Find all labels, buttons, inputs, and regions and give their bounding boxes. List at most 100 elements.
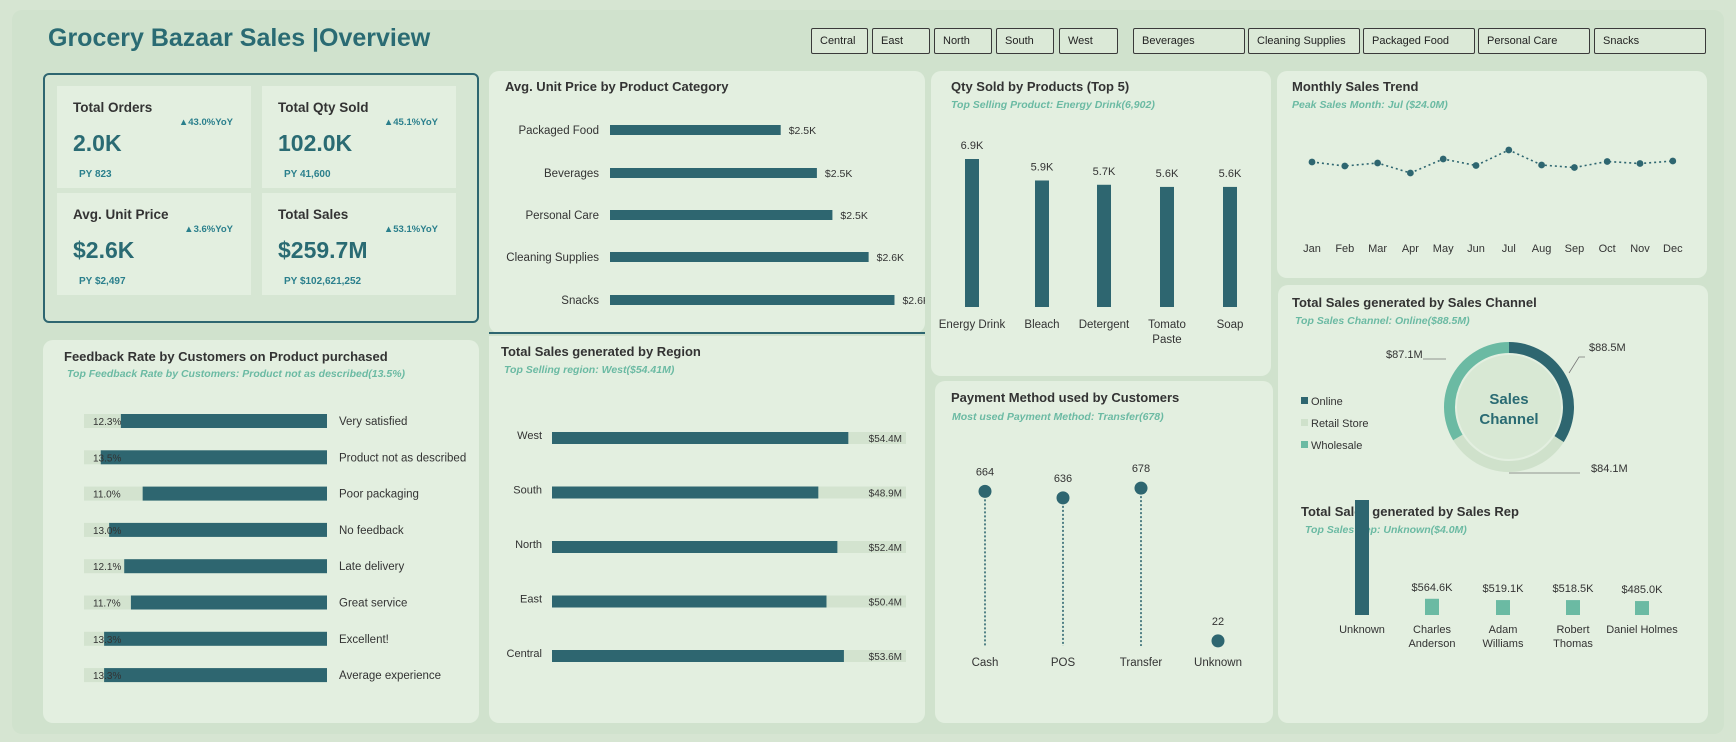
category-label: Robert xyxy=(1556,624,1589,636)
data-label: $84.1M xyxy=(1591,463,1628,475)
data-label: $53.6M xyxy=(869,652,902,663)
data-label: $518.5K xyxy=(1553,583,1595,595)
bar xyxy=(120,414,328,428)
bar xyxy=(552,650,844,662)
data-label: $54.4M xyxy=(869,434,902,445)
data-point xyxy=(1472,162,1480,169)
payment-method-chart: 664 Cash 636 POS 678 Transfer 22 Unknown xyxy=(972,463,1242,669)
data-label: 664 xyxy=(976,466,994,478)
category-label: Paste xyxy=(1152,334,1181,346)
data-label: $88.5M xyxy=(1589,342,1626,354)
category-label: Great service xyxy=(339,598,407,610)
bar xyxy=(100,450,327,465)
page-title: Grocery Bazaar Sales |Overview xyxy=(48,24,431,52)
category-label: Williams xyxy=(1483,638,1524,650)
bar xyxy=(552,595,827,608)
slicer-category-beverages[interactable]: Beverages xyxy=(1133,28,1245,54)
category-label: Product not as described xyxy=(339,452,466,464)
data-point xyxy=(1407,169,1414,177)
data-point xyxy=(1211,634,1225,648)
bar xyxy=(130,595,327,610)
kpi-value: $259.7M xyxy=(278,237,368,263)
feedback-rate-chart: 12.3% Very satisfied 13.5% Product not as d… xyxy=(84,414,466,683)
kpi-prior-year: PY 41,600 xyxy=(284,169,331,180)
data-label: $2.5K xyxy=(825,168,852,180)
data-label: $2.6K xyxy=(877,252,904,264)
data-label: $564.6K xyxy=(1412,582,1454,594)
bar xyxy=(610,168,817,178)
bar xyxy=(142,486,327,501)
data-label: $52.4M xyxy=(869,543,902,554)
bar xyxy=(109,522,327,537)
slicer-category-cleaning-supplies[interactable]: Cleaning Supplies xyxy=(1248,28,1360,54)
slicer-region-south[interactable]: South xyxy=(996,28,1054,54)
category-label: Very satisfied xyxy=(339,416,407,428)
category-label: Cleaning Supplies xyxy=(506,252,599,264)
slicer-category-personal-care[interactable]: Personal Care xyxy=(1478,28,1590,54)
bar xyxy=(104,668,327,683)
category-label: East xyxy=(520,594,542,606)
avg-unit-price-card: Avg. Unit Price by Product Category Pack… xyxy=(489,71,925,333)
category-label: Packaged Food xyxy=(518,125,599,137)
slicer-region-central[interactable]: Central xyxy=(811,28,868,54)
category-label: Average experience xyxy=(339,670,441,682)
data-label: 6.9K xyxy=(961,140,984,152)
sales-channel-rep-card: Total Sales generated by Sales Channel T… xyxy=(1278,285,1708,723)
bar xyxy=(1355,500,1369,615)
data-label: $87.1M xyxy=(1386,349,1423,361)
tick-label: Sep xyxy=(1565,243,1585,255)
kpi-prior-year: PY 823 xyxy=(79,169,112,180)
data-label: 5.6K xyxy=(1219,168,1242,180)
kpi-prior-year: PY $102,621,252 xyxy=(284,276,362,287)
data-label: 5.6K xyxy=(1156,168,1179,180)
tick-label: Nov xyxy=(1630,243,1650,255)
bar xyxy=(1496,600,1510,615)
monthly-sales-trend-card: Monthly Sales Trend Peak Sales Month: Ju… xyxy=(1277,71,1707,278)
legend-label: Wholesale xyxy=(1311,440,1362,452)
category-label: Energy Drink xyxy=(939,319,1006,331)
data-label: 11.7% xyxy=(93,599,121,610)
category-label: Cash xyxy=(972,657,999,669)
data-label: 678 xyxy=(1132,463,1150,475)
bar xyxy=(104,631,327,646)
tick-label: May xyxy=(1433,243,1454,255)
kpi-yoy: ▲3.6%YoY xyxy=(184,224,233,235)
category-label: Excellent! xyxy=(339,634,389,646)
data-label: 13.3% xyxy=(93,671,121,682)
data-label: $48.9M xyxy=(869,489,902,500)
slicer-region-east[interactable]: East xyxy=(872,28,930,54)
slicer-category-packaged-food[interactable]: Packaged Food xyxy=(1363,28,1475,54)
divider xyxy=(489,332,925,334)
data-point xyxy=(1134,481,1148,495)
slicer-category-snacks[interactable]: Snacks xyxy=(1594,28,1706,54)
category-label: Anderson xyxy=(1408,638,1455,650)
category-label: Late delivery xyxy=(339,561,404,573)
tick-label: Jul xyxy=(1502,243,1516,255)
tick-label: Jun xyxy=(1467,243,1485,255)
data-label: 12.3% xyxy=(93,417,121,428)
category-label: Central xyxy=(507,648,542,660)
category-label: Unknown xyxy=(1339,624,1385,636)
data-point xyxy=(1636,160,1644,167)
bar xyxy=(610,295,895,305)
kpi-total-qty-sold: Total Qty Sold ▲45.1%YoY 102.0K PY 41,60… xyxy=(262,86,456,188)
center-label: Sales xyxy=(1489,391,1528,408)
payment-method-card: Payment Method used by Customers Most us… xyxy=(935,381,1273,723)
kpi-prior-year: PY $2,497 xyxy=(79,276,126,287)
category-label: Charles xyxy=(1413,624,1451,636)
tick-label: Oct xyxy=(1599,243,1616,255)
bar xyxy=(1425,598,1439,615)
bar xyxy=(124,559,327,574)
data-label: $2.5K xyxy=(789,125,816,137)
legend-label: Online xyxy=(1311,396,1343,408)
data-point xyxy=(1603,158,1611,165)
data-point xyxy=(1669,157,1677,165)
sales-channel-chart: Sales Channel $88.5M $84.1M $87.1M Online Reta… xyxy=(1301,342,1628,475)
series-line xyxy=(1311,149,1673,174)
region-sales-chart: West $54.4M South $48.9M North $52.4M East $50.… xyxy=(507,430,906,663)
slicer-region-west[interactable]: West xyxy=(1059,28,1118,54)
slicer-region-north[interactable]: North xyxy=(934,28,992,54)
category-label: Snacks xyxy=(561,295,599,307)
kpi-yoy: ▲53.1%YoY xyxy=(383,224,438,235)
category-label: Thomas xyxy=(1553,638,1593,650)
